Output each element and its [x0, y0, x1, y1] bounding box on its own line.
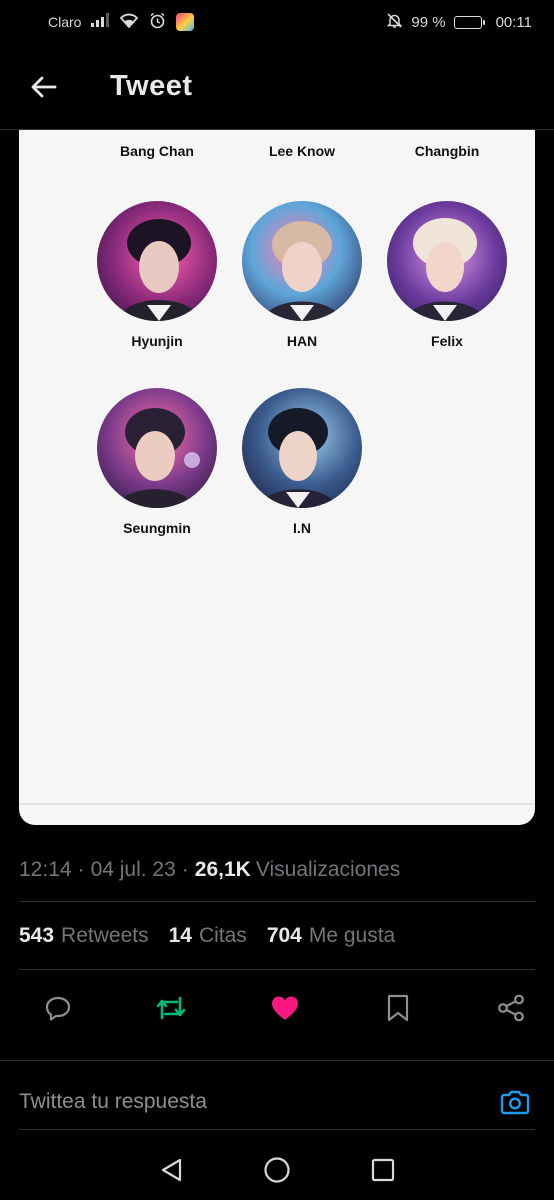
battery-icon — [453, 15, 485, 29]
meta-separator: · — [181, 857, 189, 881]
member-name: Lee Know — [268, 143, 336, 159]
back-button[interactable] — [20, 63, 68, 111]
retweet-icon — [156, 996, 186, 1020]
battery-percent: 99 % — [411, 13, 446, 31]
status-time: 00:11 — [495, 13, 532, 31]
wifi-icon — [119, 12, 139, 32]
page-title: Tweet — [110, 70, 193, 102]
views-label[interactable]: Visualizaciones — [256, 858, 400, 882]
likes-label: Me gusta — [308, 923, 396, 947]
share-icon — [498, 994, 524, 1022]
status-bar: Claro 99 % 00:11 — [0, 0, 554, 44]
share-button[interactable] — [491, 988, 531, 1028]
member-name: Changbin — [414, 143, 480, 159]
member-photo — [242, 201, 362, 321]
likes-stat[interactable]: 704 Me gusta — [267, 924, 395, 948]
member-name: Bang Chan — [120, 143, 194, 159]
tweet-stats: 543 Retweets 14 Citas 704 Me gusta — [19, 902, 535, 970]
member-photo — [97, 388, 217, 508]
quotes-stat[interactable]: 14 Citas — [169, 924, 247, 948]
tweet-actions — [19, 970, 535, 1046]
member-photo — [97, 201, 217, 321]
member-photo — [242, 388, 362, 508]
member-name: Hyunjin — [131, 333, 183, 349]
reply-input[interactable] — [19, 1089, 495, 1114]
reply-composer — [19, 1074, 535, 1130]
tweet-meta: 12:14 · 04 jul. 23 · 26,1K Visualizacion… — [19, 838, 535, 902]
triangle-back-icon — [161, 1158, 181, 1182]
arrow-left-icon — [31, 76, 57, 97]
member-bang-chan: Bang Chan — [84, 130, 230, 170]
camera-icon — [500, 1090, 530, 1114]
member-changbin: Changbin — [374, 130, 520, 170]
app-notification-icon — [176, 13, 195, 31]
member-name: Seungmin — [123, 520, 191, 536]
tweet-image[interactable]: Bang Chan Lee Know Changbin Hyunjin HAN … — [19, 130, 535, 825]
camera-button[interactable] — [495, 1082, 535, 1122]
reply-divider — [0, 1060, 554, 1061]
meta-separator: · — [77, 857, 85, 881]
status-left: Claro — [48, 12, 195, 33]
tweet-date: 04 jul. 23 — [90, 857, 176, 881]
member-photo — [387, 201, 507, 321]
top-app-bar: Tweet — [0, 44, 554, 130]
member-in: I.N — [229, 388, 375, 536]
like-button[interactable] — [265, 988, 305, 1028]
member-han: HAN — [229, 201, 375, 349]
heart-icon — [271, 996, 298, 1020]
retweet-button[interactable] — [151, 988, 191, 1028]
reply-icon — [45, 996, 71, 1021]
nav-back-button[interactable] — [148, 1146, 196, 1194]
square-recents-icon — [371, 1158, 394, 1182]
member-lee-know: Lee Know — [229, 130, 375, 170]
member-name: Felix — [431, 333, 463, 349]
signal-icon — [91, 13, 110, 31]
system-nav-bar — [0, 1140, 554, 1200]
mute-icon — [386, 12, 403, 33]
carrier-label: Claro — [48, 14, 82, 30]
likes-count: 704 — [266, 923, 302, 947]
retweets-count: 543 — [19, 923, 55, 947]
views-count: 26,1K — [194, 857, 251, 881]
member-name: I.N — [293, 520, 311, 536]
member-seungmin: Seungmin — [84, 388, 230, 536]
member-felix: Felix — [374, 201, 520, 349]
status-right: 99 % 00:11 — [386, 12, 532, 33]
nav-recents-button[interactable] — [359, 1146, 407, 1194]
circle-home-icon — [264, 1157, 290, 1183]
tweet-time: 12:14 — [19, 857, 72, 881]
retweets-stat[interactable]: 543 Retweets — [19, 924, 149, 948]
bookmark-button[interactable] — [378, 988, 418, 1028]
bookmark-icon — [387, 994, 408, 1022]
card-divider — [19, 803, 535, 805]
reply-button[interactable] — [38, 988, 78, 1028]
retweets-label: Retweets — [61, 923, 149, 947]
quotes-label: Citas — [198, 923, 247, 947]
quotes-count: 14 — [168, 923, 192, 947]
alarm-icon — [149, 12, 166, 33]
member-hyunjin: Hyunjin — [84, 201, 230, 349]
nav-home-button[interactable] — [253, 1146, 301, 1194]
member-name: HAN — [286, 333, 318, 349]
